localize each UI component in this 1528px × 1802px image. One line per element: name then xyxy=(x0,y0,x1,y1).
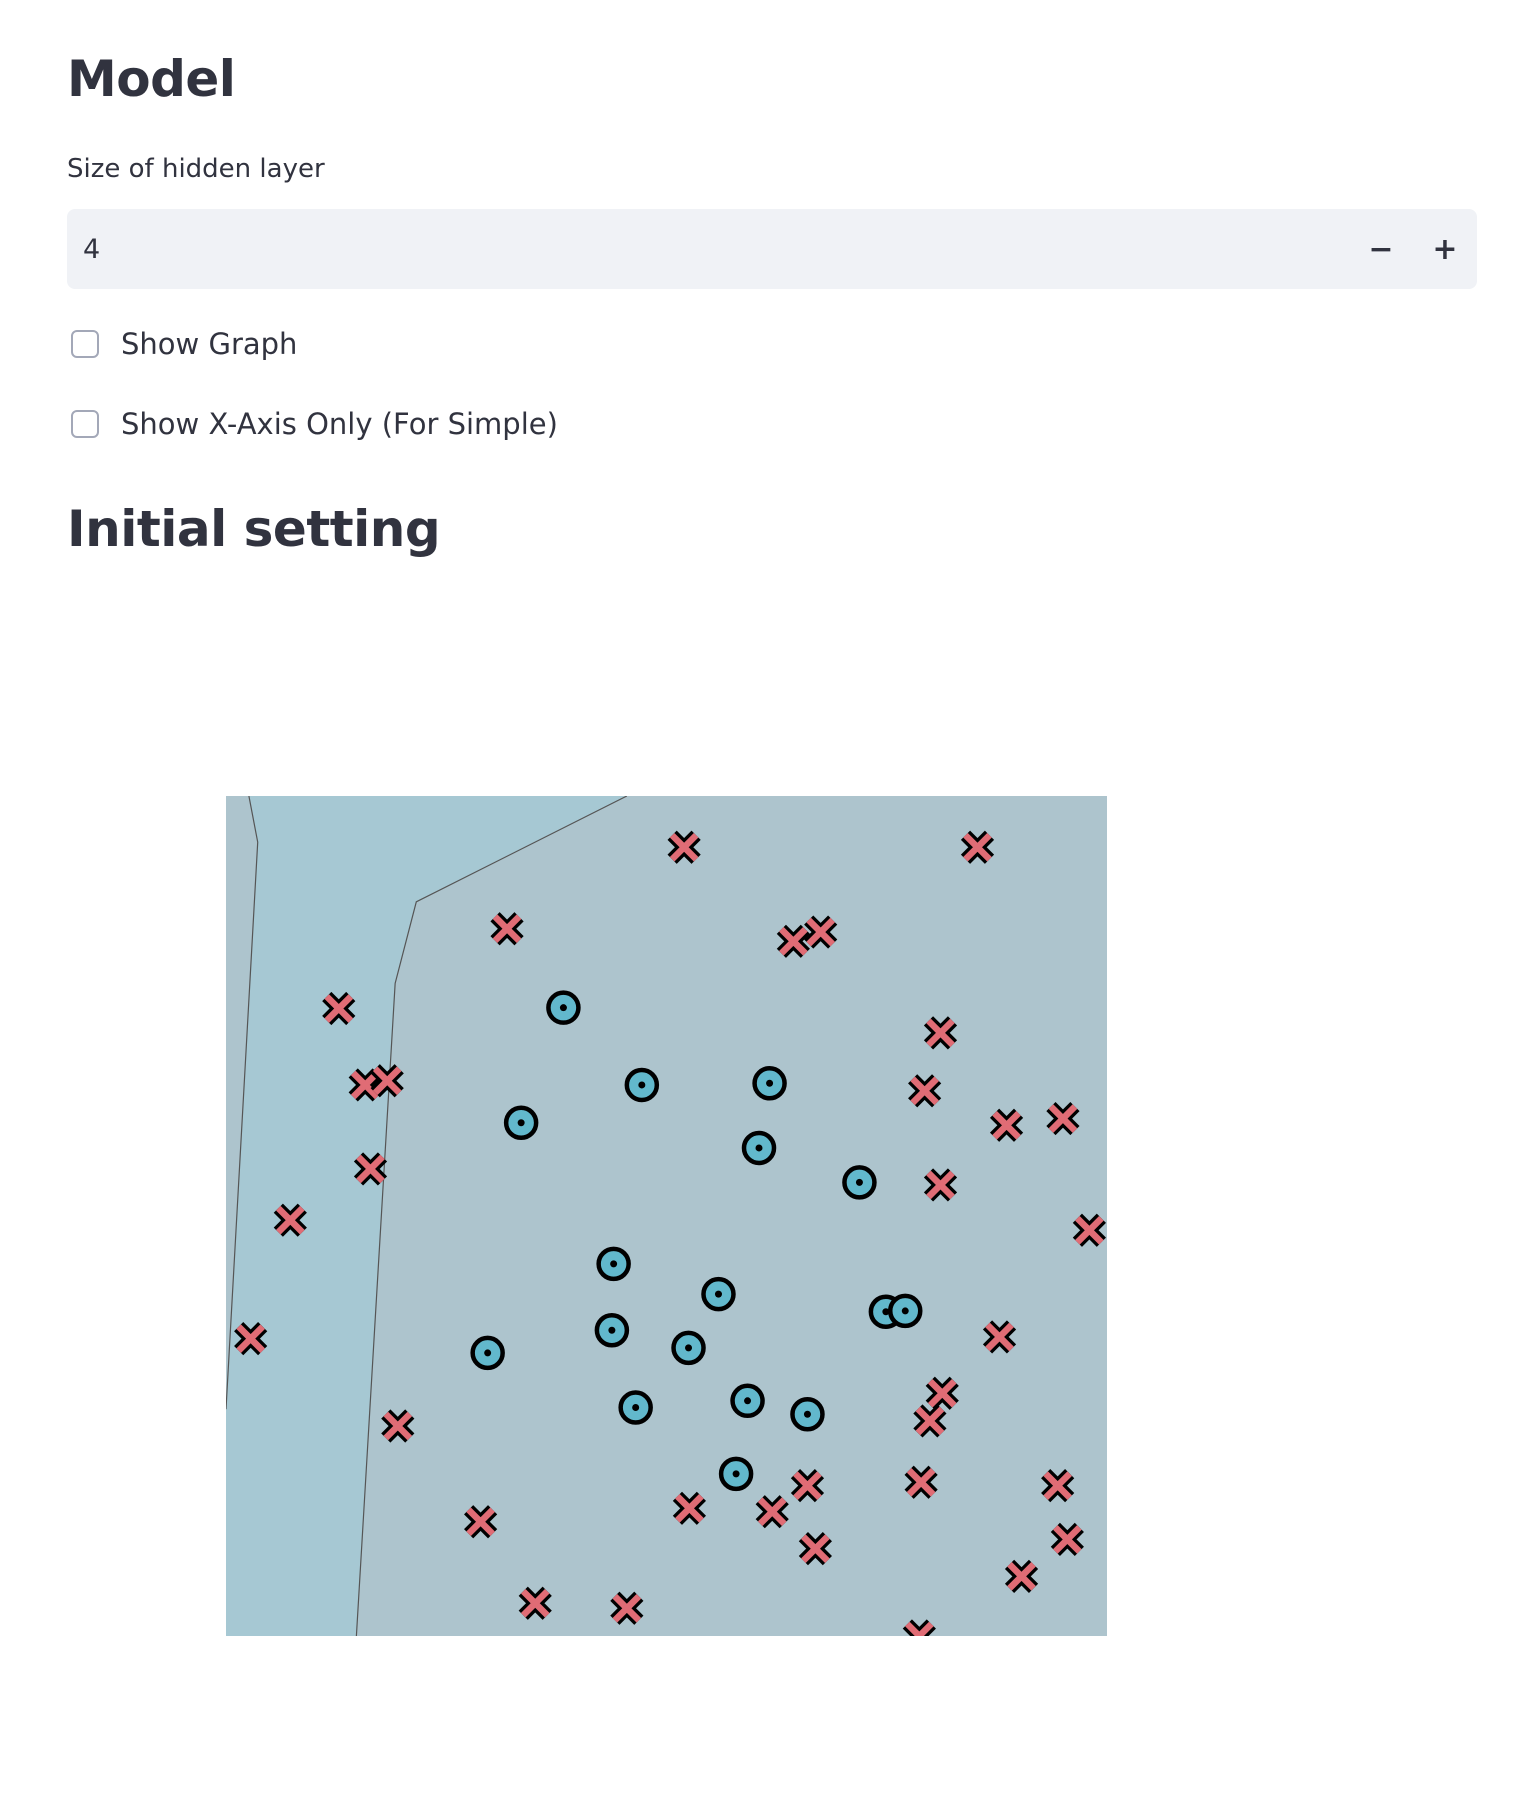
x-marker xyxy=(755,1495,789,1529)
circle-marker xyxy=(546,990,581,1025)
x-marker xyxy=(672,1491,707,1525)
decrement-button[interactable]: − xyxy=(1349,209,1413,289)
circle-marker xyxy=(701,1276,736,1312)
initial-setting-heading: Initial setting xyxy=(67,500,441,558)
circle-marker xyxy=(718,1456,754,1492)
x-marker xyxy=(1072,1213,1106,1247)
circle-marker xyxy=(730,1383,765,1419)
show-x-axis-label[interactable]: Show X-Axis Only (For Simple) xyxy=(121,407,558,441)
x-marker xyxy=(273,1203,307,1237)
circle-marker xyxy=(596,1246,631,1282)
x-marker xyxy=(1050,1522,1084,1556)
x-marker xyxy=(610,1591,644,1625)
x-marker xyxy=(234,1322,268,1356)
x-marker xyxy=(908,1074,942,1108)
circle-marker xyxy=(470,1335,505,1371)
circle-marker xyxy=(618,1390,653,1425)
x-marker xyxy=(790,1469,825,1503)
x-marker xyxy=(804,915,838,949)
x-marker xyxy=(925,1376,959,1410)
circle-marker xyxy=(624,1067,660,1103)
model-heading: Model xyxy=(67,50,236,108)
x-marker xyxy=(798,1532,832,1566)
x-marker xyxy=(322,991,356,1026)
x-marker xyxy=(776,924,810,958)
show-x-axis-checkbox[interactable] xyxy=(71,410,99,438)
x-marker xyxy=(381,1409,415,1443)
x-marker xyxy=(904,1465,938,1499)
circle-marker xyxy=(842,1165,877,1200)
circle-marker xyxy=(503,1105,539,1141)
circle-marker xyxy=(790,1396,825,1432)
x-marker xyxy=(667,830,701,864)
circle-marker xyxy=(594,1312,630,1348)
x-marker xyxy=(913,1404,947,1438)
x-marker xyxy=(490,912,524,946)
circle-marker xyxy=(888,1293,923,1329)
x-marker xyxy=(1004,1559,1039,1593)
x-marker xyxy=(464,1505,498,1539)
hidden-layer-number-input: − + xyxy=(67,209,1477,289)
circle-marker xyxy=(752,1066,787,1101)
x-marker xyxy=(1041,1469,1075,1503)
increment-button[interactable]: + xyxy=(1413,209,1477,289)
x-marker xyxy=(989,1108,1024,1142)
plot-area xyxy=(226,796,1107,1636)
hidden-layer-input[interactable] xyxy=(67,209,1349,289)
x-marker xyxy=(353,1152,388,1186)
x-marker xyxy=(348,1068,382,1102)
show-graph-checkbox[interactable] xyxy=(71,330,99,358)
x-marker xyxy=(923,1168,958,1202)
x-marker xyxy=(370,1064,404,1098)
show-graph-checkbox-row[interactable]: Show Graph xyxy=(71,327,297,361)
x-marker xyxy=(1046,1101,1080,1136)
x-marker xyxy=(923,1016,958,1050)
show-graph-label[interactable]: Show Graph xyxy=(121,327,297,361)
decision-boundary-plot xyxy=(226,796,1107,1636)
x-marker xyxy=(518,1586,552,1620)
hidden-layer-label: Size of hidden layer xyxy=(67,154,325,184)
show-x-axis-checkbox-row[interactable]: Show X-Axis Only (For Simple) xyxy=(71,407,558,441)
x-marker xyxy=(960,830,995,864)
x-marker xyxy=(982,1320,1017,1354)
circle-marker xyxy=(741,1130,777,1166)
circle-marker xyxy=(671,1330,706,1366)
scatter-plot-svg xyxy=(226,796,1107,1636)
